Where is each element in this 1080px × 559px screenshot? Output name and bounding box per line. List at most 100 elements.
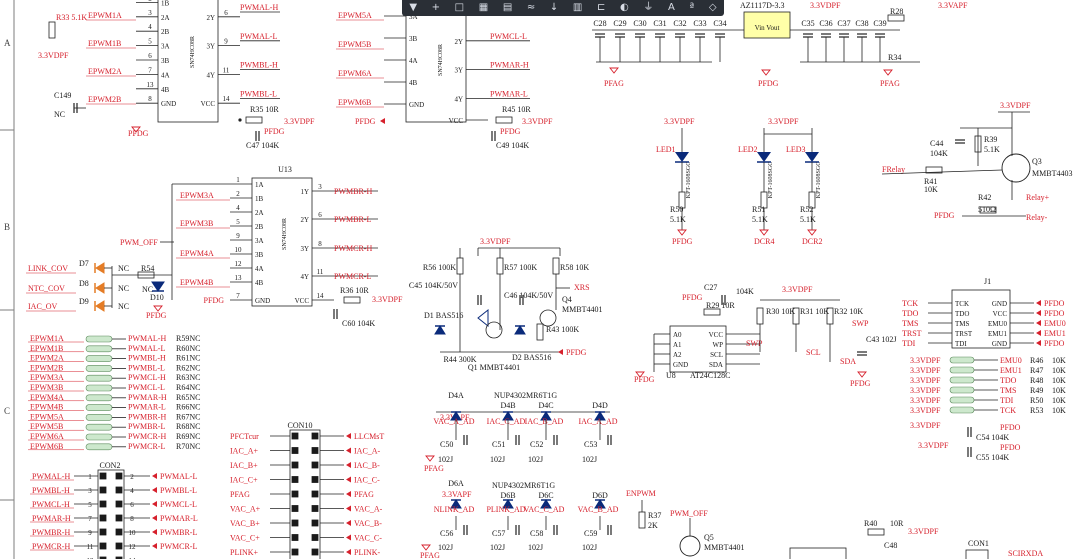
resistor-value: 10K <box>1052 366 1066 375</box>
rectangle-icon[interactable]: □ <box>455 0 464 16</box>
series-resistor <box>85 404 113 411</box>
pin-number: 4 <box>236 204 240 212</box>
power-label: 3.3VDPF <box>810 1 841 10</box>
schematic-sheet[interactable]: A B C 1A11B22A32B43A53B64A74B13GND81Y32Y… <box>0 0 1080 559</box>
net-label: TMS <box>902 319 918 328</box>
resistor-r45 <box>495 116 513 124</box>
pin-name: 4Y <box>454 95 463 103</box>
ground-label: PFDG <box>355 117 376 126</box>
resistor-value: 10K <box>1052 356 1066 365</box>
capacitor-ref: C43 102J <box>866 335 896 344</box>
schematic-canvas[interactable]: A B C 1A11B22A32B43A53B64A74B13GND81Y32Y… <box>0 0 1080 559</box>
pin-number: 2 <box>130 473 134 481</box>
ground-label: PFDG <box>264 127 285 136</box>
led-part: KPT-1608SGC <box>816 162 822 198</box>
resistor-ref: R35 10R <box>250 105 279 114</box>
diode-ref: D1 BAS516 <box>424 311 463 320</box>
net-label: TDO <box>1000 376 1017 385</box>
down-arrow-icon[interactable]: ↓ <box>550 0 558 16</box>
crosshair-icon[interactable]: + <box>432 0 440 16</box>
pin-number: 8 <box>318 240 322 248</box>
output-net-label: PWMAR-H <box>128 393 167 402</box>
connector-ref: CON1 <box>968 539 989 548</box>
capacitor-ref: C36 <box>819 19 832 28</box>
pin-name: 1Y <box>300 188 309 196</box>
pin-pad <box>115 514 123 522</box>
net-label: PLINK+ <box>230 548 259 557</box>
pin-name: 2A <box>255 209 264 217</box>
capacitor-c49 <box>491 131 496 141</box>
resistor-ref: R64NC <box>176 383 200 392</box>
pin-number: 8 <box>148 95 152 103</box>
text-icon[interactable]: A <box>668 0 675 16</box>
net-port-symbol <box>152 487 157 493</box>
pin-pad <box>291 490 299 498</box>
shape-icon[interactable]: ◇ <box>709 0 717 16</box>
port-icon[interactable]: ⊏ <box>597 0 605 16</box>
pin-number: 6 <box>130 501 134 509</box>
resistor-r30 <box>756 307 764 325</box>
pull-up-resistor <box>949 386 975 394</box>
power-label: 3.3VDPF <box>910 376 941 385</box>
input-net-label: EPWM3B <box>180 219 213 228</box>
component-icon[interactable]: ▥ <box>573 0 582 16</box>
bank-capacitor <box>803 33 813 38</box>
pin-pad <box>115 486 123 494</box>
power-icon[interactable]: ⏚ <box>643 0 653 16</box>
pin-number: 1 <box>236 176 240 184</box>
net-port-symbol <box>346 447 351 454</box>
net-label: PFCTcur <box>230 432 259 441</box>
filter-icon[interactable]: ▼ <box>409 0 417 16</box>
diode-ref: D6C <box>538 491 553 500</box>
resistor-value: 10K <box>924 185 938 194</box>
net-label: SDA <box>840 357 856 366</box>
output-net-label: PWMBR-H <box>334 187 372 196</box>
input-net-label: EPWM6B <box>30 442 63 451</box>
power-label: 3.3VDPF <box>480 237 511 246</box>
resistor-value: 5.1K <box>670 215 686 224</box>
grid-icon[interactable]: ▦ <box>479 0 488 16</box>
transistor-ref: Q5 <box>704 533 714 542</box>
bus-icon[interactable]: ≈ <box>527 0 535 16</box>
resistor-value: 5.1K <box>800 215 816 224</box>
ground-label: PFAG <box>424 464 444 473</box>
pin-icon[interactable]: ª <box>689 0 694 16</box>
net-port-symbol <box>1036 340 1041 346</box>
pin-name: 4A <box>255 265 264 273</box>
capacitor-value: 104K <box>930 149 948 158</box>
ground-symbol <box>759 229 769 236</box>
led-ref: LED2 <box>738 145 758 154</box>
ground-label: PFAG <box>880 79 900 88</box>
resistor-ref: R67NC <box>176 412 200 421</box>
pin-pad <box>311 519 319 527</box>
diode-body <box>514 325 526 335</box>
resistor-ref: R65NC <box>176 393 200 402</box>
capacitor-value: 102J <box>438 455 453 464</box>
input-net-label: EPWM4A <box>30 393 64 402</box>
input-net-label: EPWM2A <box>88 67 122 76</box>
note-icon[interactable]: ▤ <box>503 0 512 16</box>
filter-capacitor <box>553 525 558 535</box>
schematic-toolbar[interactable]: ▼ + □ ▦ ▤ ≈ ↓ ▥ ⊏ ◐ ⏚ Aª ◇ <box>402 0 724 16</box>
probe-icon[interactable]: ◐ <box>620 0 629 16</box>
diode-ref: D4C <box>538 401 553 410</box>
net-port-symbol <box>346 549 351 555</box>
pin-number: 2 <box>236 190 240 198</box>
net-label: TMS <box>1000 386 1016 395</box>
capacitor-value: 102J <box>582 455 597 464</box>
pin-number: 12 <box>129 543 137 551</box>
net-label: IAC_A_AD <box>578 417 617 426</box>
chip-part-number: AZ1117D-3.3 <box>740 1 785 10</box>
pin-number: 3 <box>88 487 92 495</box>
pin-number: 5 <box>236 218 240 226</box>
series-resistor <box>85 384 113 392</box>
capacitor-ref: C55 104K <box>976 453 1009 462</box>
led-symbol <box>805 152 819 162</box>
capacitor-ref: C38 <box>855 19 868 28</box>
pin-number: 8 <box>130 515 134 523</box>
ground-label: PFDG <box>672 237 693 246</box>
power-label: 3.3VDPF <box>910 406 941 415</box>
pin-number: 4 <box>130 487 134 495</box>
diode-ref: D6A <box>448 479 464 488</box>
input-net-label: EPWM6A <box>30 432 64 441</box>
